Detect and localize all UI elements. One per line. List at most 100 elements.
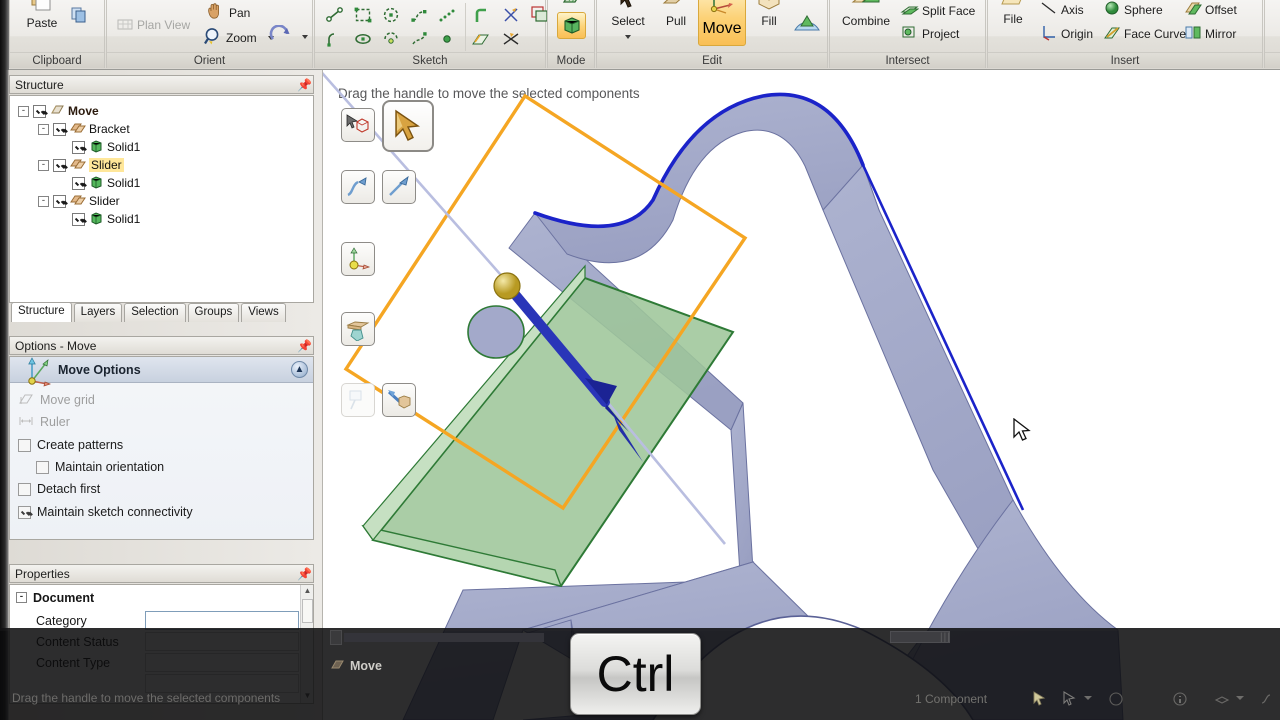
move-button[interactable]: Move [698,0,746,46]
sketch-tangent-arc-button[interactable] [321,27,349,51]
sketch-line-button[interactable] [321,3,349,27]
zoom-button[interactable]: Zoom [203,27,274,49]
property-value-input[interactable] [145,632,299,651]
pull-button[interactable]: Pull [655,0,697,28]
chevron-up-icon[interactable]: ▲ [291,361,308,378]
select-dropdown-arrow[interactable] [625,35,631,39]
tab-layers[interactable]: Layers [73,303,123,322]
expander-icon[interactable]: - [18,105,29,117]
tool-tab-move[interactable]: Move [322,654,408,678]
split-face-button[interactable]: Split Face [900,1,975,21]
visibility-checkbox[interactable] [53,158,66,172]
move-sketch-tool[interactable] [341,383,375,417]
property-row-content-type[interactable]: Content Type [10,652,313,673]
tree-item-move[interactable]: - Move [18,102,99,120]
visibility-checkbox[interactable] [72,176,85,190]
visibility-checkbox[interactable] [72,140,85,154]
sketch-spline-button[interactable] [405,3,433,27]
detach-first-checkbox[interactable] [18,482,31,496]
properties-group-row[interactable]: - Document [10,587,313,608]
blend-button[interactable] [791,8,823,43]
tab-structure[interactable]: Structure [11,302,72,322]
project-button[interactable]: Project [900,24,959,44]
axis-button[interactable]: Axis [1040,0,1084,19]
expander-icon[interactable]: - [16,592,27,603]
copy-button[interactable] [70,6,88,27]
plan-view-button[interactable]: Plan View [116,15,190,34]
tree-item-slider-2[interactable]: - Slider [38,192,120,210]
sketch-circle-button[interactable] [377,3,405,27]
tree-item-solid1-a[interactable]: Solid1 [72,138,140,156]
tab-groups[interactable]: Groups [187,303,240,322]
maintain-orientation-checkbox[interactable] [36,460,49,474]
tab-selection[interactable]: Selection [124,303,186,322]
sketch-ellipse-button[interactable] [349,27,377,51]
tree-item-solid1-c[interactable]: Solid1 [72,210,140,228]
pointer-icon[interactable] [1062,691,1078,707]
tree-item-slider-selected[interactable]: - Slider [38,156,124,174]
sketch-trim-button[interactable] [496,3,526,27]
dropdown-caret-2[interactable] [1236,696,1252,712]
visibility-checkbox[interactable] [33,104,46,118]
structure-tree[interactable]: - Move - Bracket Solid1 - Slider Solid1 … [9,95,314,303]
pan-button[interactable]: Pan [205,2,250,23]
sphere-button[interactable]: Sphere [1103,0,1163,19]
option-create-patterns[interactable]: Create patterns [18,435,123,455]
units-icon[interactable] [1258,691,1274,707]
properties-scrollbar[interactable]: ▲ ▼ [300,585,313,703]
info-icon[interactable] [1172,691,1188,707]
scroll-up-arrow[interactable]: ▲ [302,586,313,597]
move-handle-tool[interactable] [341,242,375,276]
maintain-sketch-connectivity-checkbox[interactable] [18,505,31,519]
hscroll-track[interactable] [344,633,544,642]
visibility-checkbox[interactable] [53,122,66,136]
properties-scroll-thumb[interactable] [302,599,313,623]
option-maintain-sketch-connectivity[interactable]: Maintain sketch connectivity [18,502,193,522]
move-direction-tool[interactable] [382,100,434,152]
sketch-sweep-arc-button[interactable] [377,27,405,51]
spin-button[interactable] [269,24,308,48]
sketch-point-button[interactable] [433,27,461,51]
origin-button[interactable]: Origin [1040,24,1093,44]
move-snap-tool[interactable] [382,383,416,417]
property-value-input[interactable] [145,653,299,672]
spin-dropdown-arrow[interactable] [302,34,308,39]
property-row-content-status[interactable]: Content Status [10,631,313,652]
offset-button[interactable]: Offset [1184,0,1237,19]
dropdown-caret[interactable] [1084,696,1100,712]
option-ruler[interactable]: Ruler [18,412,70,432]
tab-views[interactable]: Views [241,303,286,322]
expander-icon[interactable]: - [38,159,49,171]
select-cursor-icon[interactable] [1032,691,1048,707]
sketch-polyline-button[interactable] [405,27,433,51]
visibility-checkbox[interactable] [53,194,66,208]
layer-icon[interactable] [1214,691,1230,707]
option-move-grid[interactable]: Move grid [18,390,95,410]
pin-icon[interactable]: 📌 [297,568,312,581]
sketch-rectangle-button[interactable] [349,3,377,27]
move-orient-tool[interactable] [341,312,375,346]
pin-icon[interactable]: 📌 [297,79,312,92]
create-patterns-checkbox[interactable] [18,438,31,452]
expander-icon[interactable]: - [38,123,49,135]
sketch-split-button[interactable] [496,27,526,51]
file-button[interactable]: File [990,0,1036,26]
expander-icon[interactable]: - [38,195,49,207]
face-curve-button[interactable]: Face Curve [1103,24,1186,44]
option-detach-first[interactable]: Detach first [18,479,100,499]
graphics-viewport[interactable]: Drag the handle to move the selected com… [322,70,1280,720]
tree-item-bracket[interactable]: - Bracket [38,120,130,138]
move-anchor-tool[interactable] [341,108,375,142]
fill-button[interactable]: Fill [749,0,789,28]
visibility-checkbox[interactable] [72,212,85,226]
hscroll-left-button[interactable] [330,630,342,645]
tree-item-solid1-b[interactable]: Solid1 [72,174,140,192]
paste-button[interactable]: Paste [18,0,66,30]
pin-icon[interactable]: 📌 [297,340,312,353]
select-button[interactable]: Select [603,0,653,42]
sphere-icon[interactable] [1108,691,1124,707]
move-along-curve-tool[interactable] [341,170,375,204]
mirror-button[interactable]: Mirror [1184,24,1236,44]
sketch-points-button[interactable] [433,3,461,27]
scroll-down-arrow[interactable]: ▼ [302,691,313,702]
